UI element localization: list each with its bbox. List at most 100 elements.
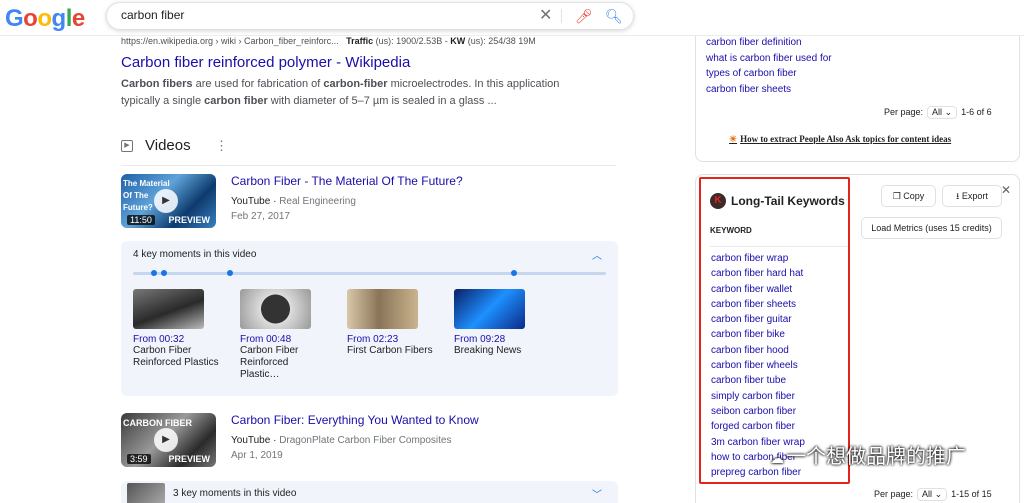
google-logo[interactable]: Google <box>5 5 85 33</box>
keywords-everywhere-logo: K <box>710 193 726 209</box>
per-page-label: Per page: <box>874 489 914 499</box>
per-page-select[interactable]: All ⌄ <box>917 488 948 501</box>
result-range: 1-6 of 6 <box>961 107 992 117</box>
video-date: Feb 27, 2017 <box>231 211 290 222</box>
related-keyword-link[interactable]: types of carbon fiber <box>706 66 832 82</box>
timeline-marker[interactable] <box>161 270 167 276</box>
moment-timestamp[interactable]: From 00:32 <box>133 334 223 345</box>
moment-thumbnail <box>127 483 165 503</box>
key-moments-heading: 4 key moments in this video <box>133 249 257 260</box>
related-keywords-list: carbon fiber definition what is carbon f… <box>706 35 832 97</box>
video-thumbnail[interactable]: CARBON FIBER ▶ 3:59 PREVIEW <box>121 413 216 467</box>
chevron-down-icon: ⌄ <box>944 107 953 117</box>
play-icon: ▶ <box>121 140 133 152</box>
keyword-link[interactable]: forged carbon fiber <box>711 419 805 434</box>
video-source: YouTube · Real Engineering <box>231 196 356 207</box>
copy-icon: ❐ <box>892 191 901 201</box>
export-button[interactable]: ⭳ Export <box>942 185 1002 207</box>
keyword-link[interactable]: carbon fiber hood <box>711 343 805 358</box>
moment-label: Carbon Fiber Reinforced Plastic… <box>240 345 299 380</box>
moments-timeline[interactable] <box>133 270 606 276</box>
key-moments-heading: 3 key moments in this video <box>173 488 297 499</box>
moment-timestamp[interactable]: From 00:48 <box>240 334 330 345</box>
key-moment-item[interactable]: From 09:28 Breaking News <box>454 289 544 357</box>
video-result[interactable]: The Material Of The Future? ▶ 11:50 PREV… <box>121 174 621 230</box>
related-keywords-card: carbon fiber definition what is carbon f… <box>695 36 1020 162</box>
chevron-down-icon: ⌄ <box>934 489 943 499</box>
copy-button[interactable]: ❐ Copy <box>881 185 936 207</box>
result-range: 1-15 of 15 <box>951 489 992 499</box>
lightbulb-icon: ☀ <box>729 134 738 144</box>
moment-timestamp[interactable]: From 02:23 <box>347 334 437 345</box>
watermark: ☁ 一个想做品牌的推广 <box>770 444 966 468</box>
video-title-link[interactable]: Carbon Fiber: Everything You Wanted to K… <box>231 413 479 427</box>
video-duration: 11:50 <box>127 215 155 225</box>
result-breadcrumb: https://en.wikipedia.org › wiki › Carbon… <box>121 36 536 46</box>
per-page-control: Per page: All ⌄ 1-15 of 15 <box>874 488 992 501</box>
divider <box>710 246 848 247</box>
mic-icon[interactable]: 🎤︎ <box>575 8 593 24</box>
timeline-marker[interactable] <box>511 270 517 276</box>
per-page-select[interactable]: All ⌄ <box>927 106 958 119</box>
video-title-link[interactable]: Carbon Fiber - The Material Of The Futur… <box>231 174 463 188</box>
key-moment-item[interactable]: From 00:48 Carbon Fiber Reinforced Plast… <box>240 289 330 381</box>
result-title-link[interactable]: Carbon fiber reinforced polymer - Wikipe… <box>121 54 410 71</box>
download-icon: ⭳ <box>956 191 960 201</box>
chevron-up-icon[interactable]: ︿ <box>592 247 602 262</box>
play-icon[interactable]: ▶ <box>154 189 178 213</box>
key-moment-item[interactable]: From 00:32 Carbon Fiber Reinforced Plast… <box>133 289 223 369</box>
keyword-link[interactable]: carbon fiber bike <box>711 327 805 342</box>
chevron-down-icon[interactable]: ﹀ <box>592 486 602 501</box>
moment-thumbnail[interactable] <box>454 289 525 329</box>
timeline-marker[interactable] <box>151 270 157 276</box>
play-icon[interactable]: ▶ <box>154 428 178 452</box>
moment-thumbnail[interactable] <box>133 289 204 329</box>
videos-section-header: ▶ Videos ⋮ <box>121 137 616 166</box>
keyword-link[interactable]: carbon fiber guitar <box>711 312 805 327</box>
keyword-column-header: KEYWORD <box>710 226 752 235</box>
moment-label: First Carbon Fibers <box>347 345 433 356</box>
moment-thumbnail[interactable] <box>240 289 311 329</box>
search-icon[interactable]: 🔍︎ <box>605 8 623 24</box>
highlight-box: K Long-Tail Keywords KEYWORD carbon fibe… <box>699 177 850 484</box>
preview-label: PREVIEW <box>168 454 210 464</box>
keyword-link[interactable]: seibon carbon fiber <box>711 404 805 419</box>
keyword-link[interactable]: carbon fiber hard hat <box>711 266 805 281</box>
search-divider <box>561 9 562 23</box>
preview-label: PREVIEW <box>168 215 210 225</box>
load-metrics-button[interactable]: Load Metrics (uses 15 credits) <box>861 217 1002 239</box>
key-moments-panel-collapsed[interactable]: 3 key moments in this video ﹀ <box>121 481 618 503</box>
keyword-link[interactable]: carbon fiber tube <box>711 373 805 388</box>
moment-label: Breaking News <box>454 345 522 356</box>
videos-heading: Videos <box>145 137 191 154</box>
wechat-icon: ☁ <box>770 451 784 467</box>
video-thumbnail[interactable]: The Material Of The Future? ▶ 11:50 PREV… <box>121 174 216 228</box>
key-moments-panel: 4 key moments in this video ︿ From 00:32… <box>121 241 618 396</box>
per-page-control: Per page: All ⌄ 1-6 of 6 <box>884 106 992 119</box>
card-title: Long-Tail Keywords <box>731 194 845 208</box>
related-keyword-link[interactable]: what is carbon fiber used for <box>706 51 832 67</box>
keyword-link[interactable]: carbon fiber wallet <box>711 282 805 297</box>
moment-timestamp[interactable]: From 09:28 <box>454 334 544 345</box>
video-result[interactable]: CARBON FIBER ▶ 3:59 PREVIEW Carbon Fiber… <box>121 413 621 469</box>
key-moment-item[interactable]: From 02:23 First Carbon Fibers <box>347 289 437 357</box>
more-options-icon[interactable]: ⋮ <box>215 138 228 154</box>
moment-label: Carbon Fiber Reinforced Plastics <box>133 345 219 368</box>
search-input[interactable] <box>121 8 501 22</box>
search-box: ✕ 🎤︎ 🔍︎ <box>106 2 634 30</box>
close-icon[interactable]: ✕ <box>539 8 552 24</box>
keyword-link[interactable]: carbon fiber wrap <box>711 251 805 266</box>
video-date: Apr 1, 2019 <box>231 450 283 461</box>
related-keyword-link[interactable]: carbon fiber sheets <box>706 82 832 98</box>
per-page-label: Per page: <box>884 107 924 117</box>
close-icon[interactable]: ✕ <box>1001 183 1011 197</box>
video-source: YouTube · DragonPlate Carbon Fiber Compo… <box>231 435 452 446</box>
timeline-marker[interactable] <box>227 270 233 276</box>
howto-link[interactable]: ☀ How to extract People Also Ask topics f… <box>729 134 951 145</box>
keyword-link[interactable]: carbon fiber wheels <box>711 358 805 373</box>
related-keyword-link[interactable]: carbon fiber definition <box>706 35 832 51</box>
keyword-link[interactable]: carbon fiber sheets <box>711 297 805 312</box>
keyword-link[interactable]: simply carbon fiber <box>711 389 805 404</box>
moment-thumbnail[interactable] <box>347 289 418 329</box>
video-duration: 3:59 <box>127 454 151 464</box>
